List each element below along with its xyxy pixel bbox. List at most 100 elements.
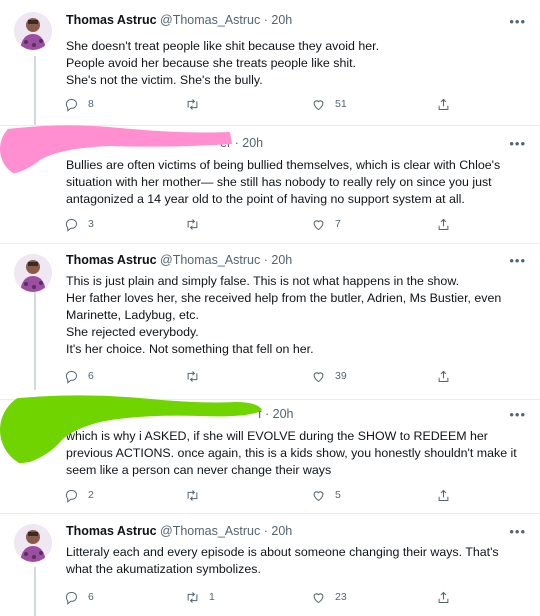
tweet-line: Litteraly each and every episode is abou… — [66, 545, 499, 559]
like-icon — [313, 99, 324, 110]
like-button[interactable]: 39 — [311, 367, 347, 385]
user-handle[interactable]: @Thomas_Astruc — [160, 524, 260, 538]
retweet-button[interactable] — [185, 95, 209, 113]
like-icon — [313, 371, 324, 382]
timestamp[interactable]: 20h — [242, 136, 263, 150]
retweet-icon — [187, 218, 198, 230]
retweet-button[interactable] — [185, 367, 209, 385]
tweet-line: She doesn't treat people like shit becau… — [66, 39, 380, 53]
timestamp[interactable]: 20h — [271, 13, 292, 27]
green-scribble-redaction — [0, 395, 262, 466]
tweet-line: Marinette, Ladybug, etc. — [66, 308, 199, 322]
avatar-image — [14, 524, 52, 562]
reply-icon — [65, 370, 77, 384]
share-icon — [438, 591, 449, 603]
separator-dot: · — [263, 13, 268, 27]
share-icon — [438, 489, 449, 501]
tweet[interactable]: Thomas Astruc @Thomas_Astruc · 20h ••• T… — [0, 244, 540, 400]
share-button[interactable] — [436, 95, 460, 113]
more-icon[interactable]: ••• — [509, 253, 526, 268]
tweet-actions: 3 7 — [64, 215, 464, 233]
more-icon[interactable]: ••• — [509, 407, 526, 422]
reply-button[interactable]: 8 — [64, 95, 94, 113]
tweet-header: Thomas Astruc @Thomas_Astruc · 20h — [66, 13, 292, 27]
avatar[interactable] — [14, 12, 52, 50]
like-button[interactable]: 51 — [311, 95, 347, 113]
like-count: 39 — [335, 370, 347, 382]
tweet[interactable]: Thomas Astruc @Thomas_Astruc · 20h ••• L… — [0, 514, 540, 616]
tweet-actions: 2 5 — [64, 486, 464, 504]
reply-button[interactable]: 6 — [64, 588, 94, 606]
separator-dot: · — [234, 136, 239, 150]
tweet-text: She doesn't treat people like shit becau… — [66, 38, 528, 89]
pink-scribble-redaction — [0, 125, 232, 174]
tweet-line: She rejected everybody. — [66, 325, 199, 339]
like-icon — [313, 592, 324, 603]
reply-count: 6 — [88, 591, 94, 603]
share-icon — [438, 370, 449, 382]
retweet-icon — [187, 370, 198, 382]
reply-icon — [65, 98, 77, 112]
tweet-line: It's her choice. Not something that fell… — [66, 342, 314, 356]
tweet-text: Litteraly each and every episode is abou… — [66, 544, 528, 578]
avatar-image — [14, 254, 52, 292]
share-button[interactable] — [436, 367, 460, 385]
tweet-actions: 8 51 — [64, 95, 464, 113]
reply-icon — [65, 489, 77, 503]
separator-dot: · — [263, 524, 268, 538]
share-button[interactable] — [436, 588, 460, 606]
like-button[interactable]: 7 — [311, 215, 341, 233]
display-name[interactable]: Thomas Astruc — [66, 524, 157, 538]
retweet-icon — [187, 489, 198, 501]
retweet-count: 1 — [209, 591, 215, 603]
share-button[interactable] — [436, 215, 460, 233]
retweet-button[interactable]: 1 — [185, 588, 215, 606]
reply-icon — [65, 218, 77, 232]
user-handle[interactable]: @Thomas_Astruc — [160, 13, 260, 27]
retweet-icon — [187, 591, 198, 603]
tweet-line: People avoid her because she treats peop… — [66, 56, 356, 70]
tweet-header: Thomas Astruc @Thomas_Astruc · 20h — [66, 253, 292, 267]
like-count: 23 — [335, 591, 347, 603]
more-icon[interactable]: ••• — [509, 136, 526, 151]
tweet-text: This is just plain and simply false. Thi… — [66, 273, 528, 358]
avatar[interactable] — [14, 524, 52, 562]
tweet[interactable]: Thomas Astruc @Thomas_Astruc · 20h ••• S… — [0, 0, 540, 126]
tweet-actions: 6 39 — [64, 367, 464, 385]
avatar-image — [14, 12, 52, 50]
more-icon[interactable]: ••• — [509, 524, 526, 539]
reply-button[interactable]: 6 — [64, 367, 94, 385]
display-name[interactable]: Thomas Astruc — [66, 253, 157, 267]
tweet-line: antagonized a 14 year old to the point o… — [66, 192, 465, 206]
separator-dot: · — [263, 253, 268, 267]
reply-button[interactable]: 3 — [64, 215, 94, 233]
retweet-button[interactable] — [185, 215, 209, 233]
tweet-actions: 6 1 23 — [64, 588, 464, 606]
timestamp[interactable]: 20h — [273, 407, 294, 421]
tweet-line: what the akumatization symbolizes. — [66, 562, 261, 576]
avatar[interactable] — [14, 254, 52, 292]
reply-count: 3 — [88, 218, 94, 230]
retweet-button[interactable] — [185, 486, 209, 504]
reply-icon — [65, 591, 77, 605]
tweet-line: Her father loves her, she received help … — [66, 291, 502, 305]
like-button[interactable]: 23 — [311, 588, 347, 606]
share-icon — [438, 98, 449, 110]
reply-count: 6 — [88, 370, 94, 382]
share-button[interactable] — [436, 486, 460, 504]
reply-count: 2 — [88, 489, 94, 501]
retweet-icon — [187, 98, 198, 110]
timestamp[interactable]: 20h — [271, 524, 292, 538]
user-handle[interactable]: @Thomas_Astruc — [160, 253, 260, 267]
like-count: 51 — [335, 98, 347, 110]
timestamp[interactable]: 20h — [271, 253, 292, 267]
tweet-header: Thomas Astruc @Thomas_Astruc · 20h — [66, 524, 292, 538]
like-button[interactable]: 5 — [311, 486, 341, 504]
reply-button[interactable]: 2 — [64, 486, 94, 504]
like-count: 7 — [335, 218, 341, 230]
like-icon — [313, 490, 324, 501]
display-name[interactable]: Thomas Astruc — [66, 13, 157, 27]
like-icon — [313, 219, 324, 230]
more-icon[interactable]: ••• — [509, 14, 526, 29]
share-icon — [438, 218, 449, 230]
